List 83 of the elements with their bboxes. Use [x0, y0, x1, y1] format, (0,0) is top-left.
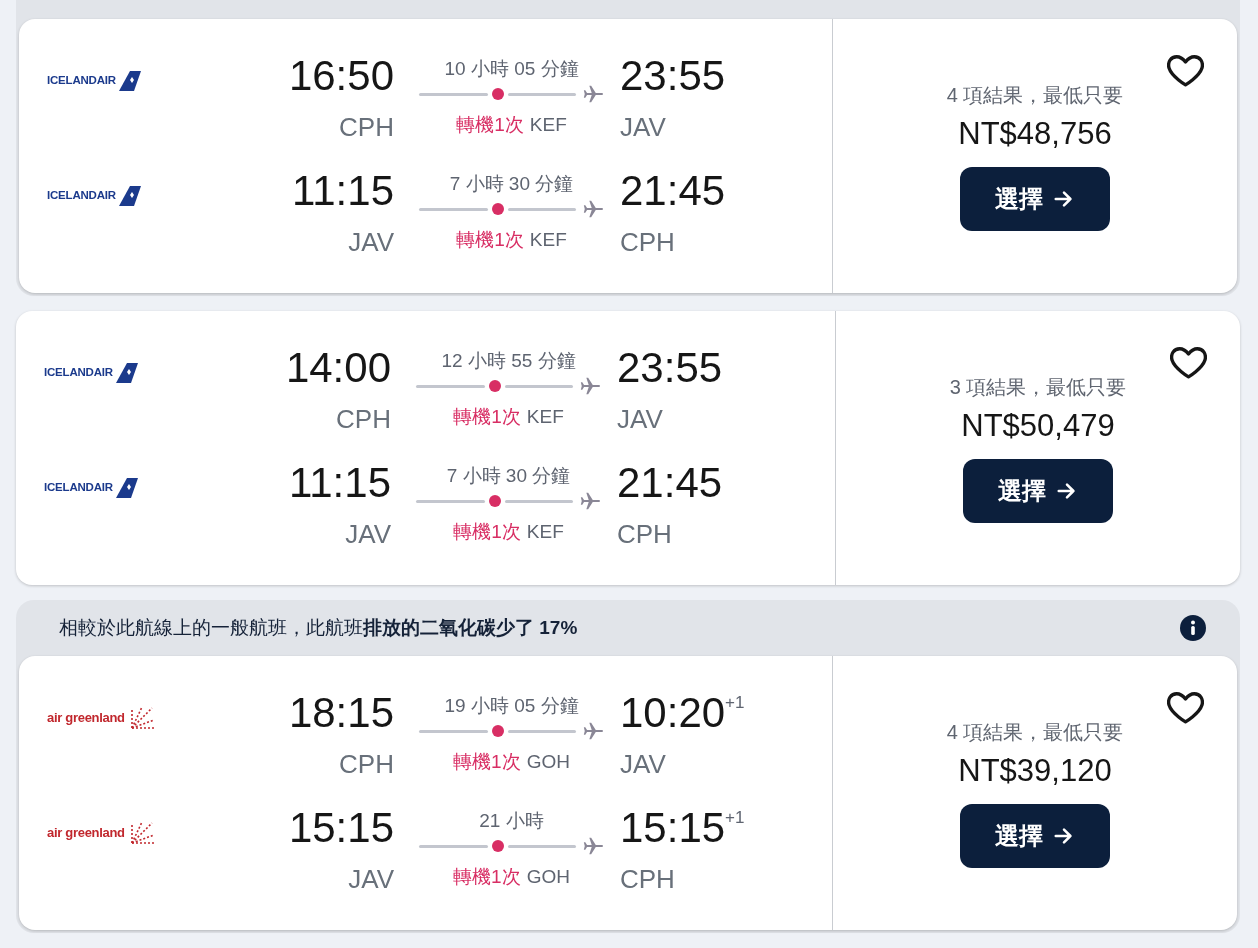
route-line-icon — [419, 840, 576, 852]
arrival-time: 23:55 — [620, 52, 726, 99]
departure-airport: CPH — [338, 748, 394, 780]
eco-note: 相較於此航線上的一般航班，此航班排放的二氧化碳少了 17% — [59, 615, 578, 640]
departure-time: 18:15 — [287, 690, 394, 736]
arrival-airport: JAV — [620, 111, 667, 143]
stop-count: 轉機1次 — [453, 750, 521, 774]
result-summary: 3 項結果，最低只要 — [949, 375, 1127, 400]
day-offset: +1 — [725, 808, 745, 827]
select-button[interactable]: 選擇 — [963, 459, 1113, 523]
stop-airport: KEF — [526, 520, 564, 544]
price: NT$39,120 — [958, 752, 1112, 790]
stop-count: 轉機1次 — [456, 228, 524, 252]
departure-airport: JAV — [347, 863, 394, 895]
select-button[interactable]: 選擇 — [960, 167, 1110, 231]
stop-count: 轉機1次 — [453, 520, 521, 544]
heart-icon[interactable] — [1167, 691, 1204, 725]
airline-wordmark: ICELANDAIR — [44, 480, 113, 496]
day-offset: +1 — [725, 693, 745, 712]
plane-icon — [582, 720, 604, 742]
tail-fin-icon — [115, 363, 138, 383]
flight-duration: 21 小時 — [479, 809, 544, 833]
stop-airport: KEF — [526, 405, 564, 429]
arrival-time: 15:15 — [620, 804, 726, 851]
info-icon[interactable] — [1180, 615, 1206, 641]
route-line-icon — [419, 203, 576, 215]
arrow-right-icon — [1053, 825, 1075, 847]
departure-time: 11:15 — [291, 168, 394, 214]
flight-duration: 10 小時 05 分鐘 — [444, 57, 579, 81]
flight-duration: 19 小時 05 分鐘 — [444, 694, 579, 718]
route-line-icon — [419, 88, 576, 100]
plane-icon — [579, 490, 601, 512]
arrival-time: 21:45 — [620, 167, 726, 214]
stop-airport: GOH — [526, 865, 570, 889]
airline-wordmark: air greenland — [47, 824, 125, 843]
flight-duration: 7 小時 30 分鐘 — [446, 464, 571, 488]
flight-duration: 7 小時 30 分鐘 — [449, 172, 574, 196]
route-line-icon — [416, 380, 573, 392]
arrival-time: 21:45 — [617, 459, 723, 506]
result-summary: 4 項結果，最低只要 — [946, 83, 1124, 108]
plane-icon — [579, 375, 601, 397]
departure-airport: CPH — [338, 111, 394, 143]
route-line-icon — [419, 725, 576, 737]
route-line-icon — [416, 495, 573, 507]
airline-wordmark: ICELANDAIR — [47, 73, 116, 89]
stop-airport: KEF — [529, 228, 567, 252]
result-summary: 4 項結果，最低只要 — [946, 720, 1124, 745]
tail-fin-icon — [118, 186, 141, 206]
arrival-airport: CPH — [620, 863, 676, 895]
plane-icon — [582, 83, 604, 105]
arrow-right-icon — [1053, 188, 1075, 210]
arrival-airport: JAV — [620, 748, 667, 780]
departure-time: 14:00 — [284, 345, 391, 391]
stop-count: 轉機1次 — [453, 405, 521, 429]
price: NT$48,756 — [958, 115, 1112, 153]
stop-count: 轉機1次 — [453, 865, 521, 889]
price: NT$50,479 — [961, 407, 1115, 445]
departure-airport: CPH — [335, 403, 391, 435]
tail-fin-icon — [115, 478, 138, 498]
arrival-airport: CPH — [620, 226, 676, 258]
departure-airport: JAV — [344, 518, 391, 550]
departure-time: 15:15 — [287, 805, 394, 851]
flight-duration: 12 小時 55 分鐘 — [441, 349, 576, 373]
tail-fin-icon — [118, 71, 141, 91]
heart-icon[interactable] — [1170, 346, 1207, 380]
stop-airport: KEF — [529, 113, 567, 137]
plane-icon — [582, 835, 604, 857]
airline-wordmark: air greenland — [47, 709, 125, 728]
departure-airport: JAV — [347, 226, 394, 258]
arrival-airport: JAV — [617, 403, 664, 435]
departure-time: 16:50 — [287, 53, 394, 99]
arrival-time: 23:55 — [617, 344, 723, 391]
heart-icon[interactable] — [1167, 54, 1204, 88]
arrow-right-icon — [1056, 480, 1078, 502]
plane-icon — [582, 198, 604, 220]
airline-wordmark: ICELANDAIR — [44, 365, 113, 381]
stop-airport: GOH — [526, 750, 570, 774]
select-button[interactable]: 選擇 — [960, 804, 1110, 868]
airline-wordmark: ICELANDAIR — [47, 188, 116, 204]
arrival-time: 10:20 — [620, 689, 726, 736]
arrival-airport: CPH — [617, 518, 673, 550]
departure-time: 11:15 — [288, 460, 391, 506]
stop-count: 轉機1次 — [456, 113, 524, 137]
